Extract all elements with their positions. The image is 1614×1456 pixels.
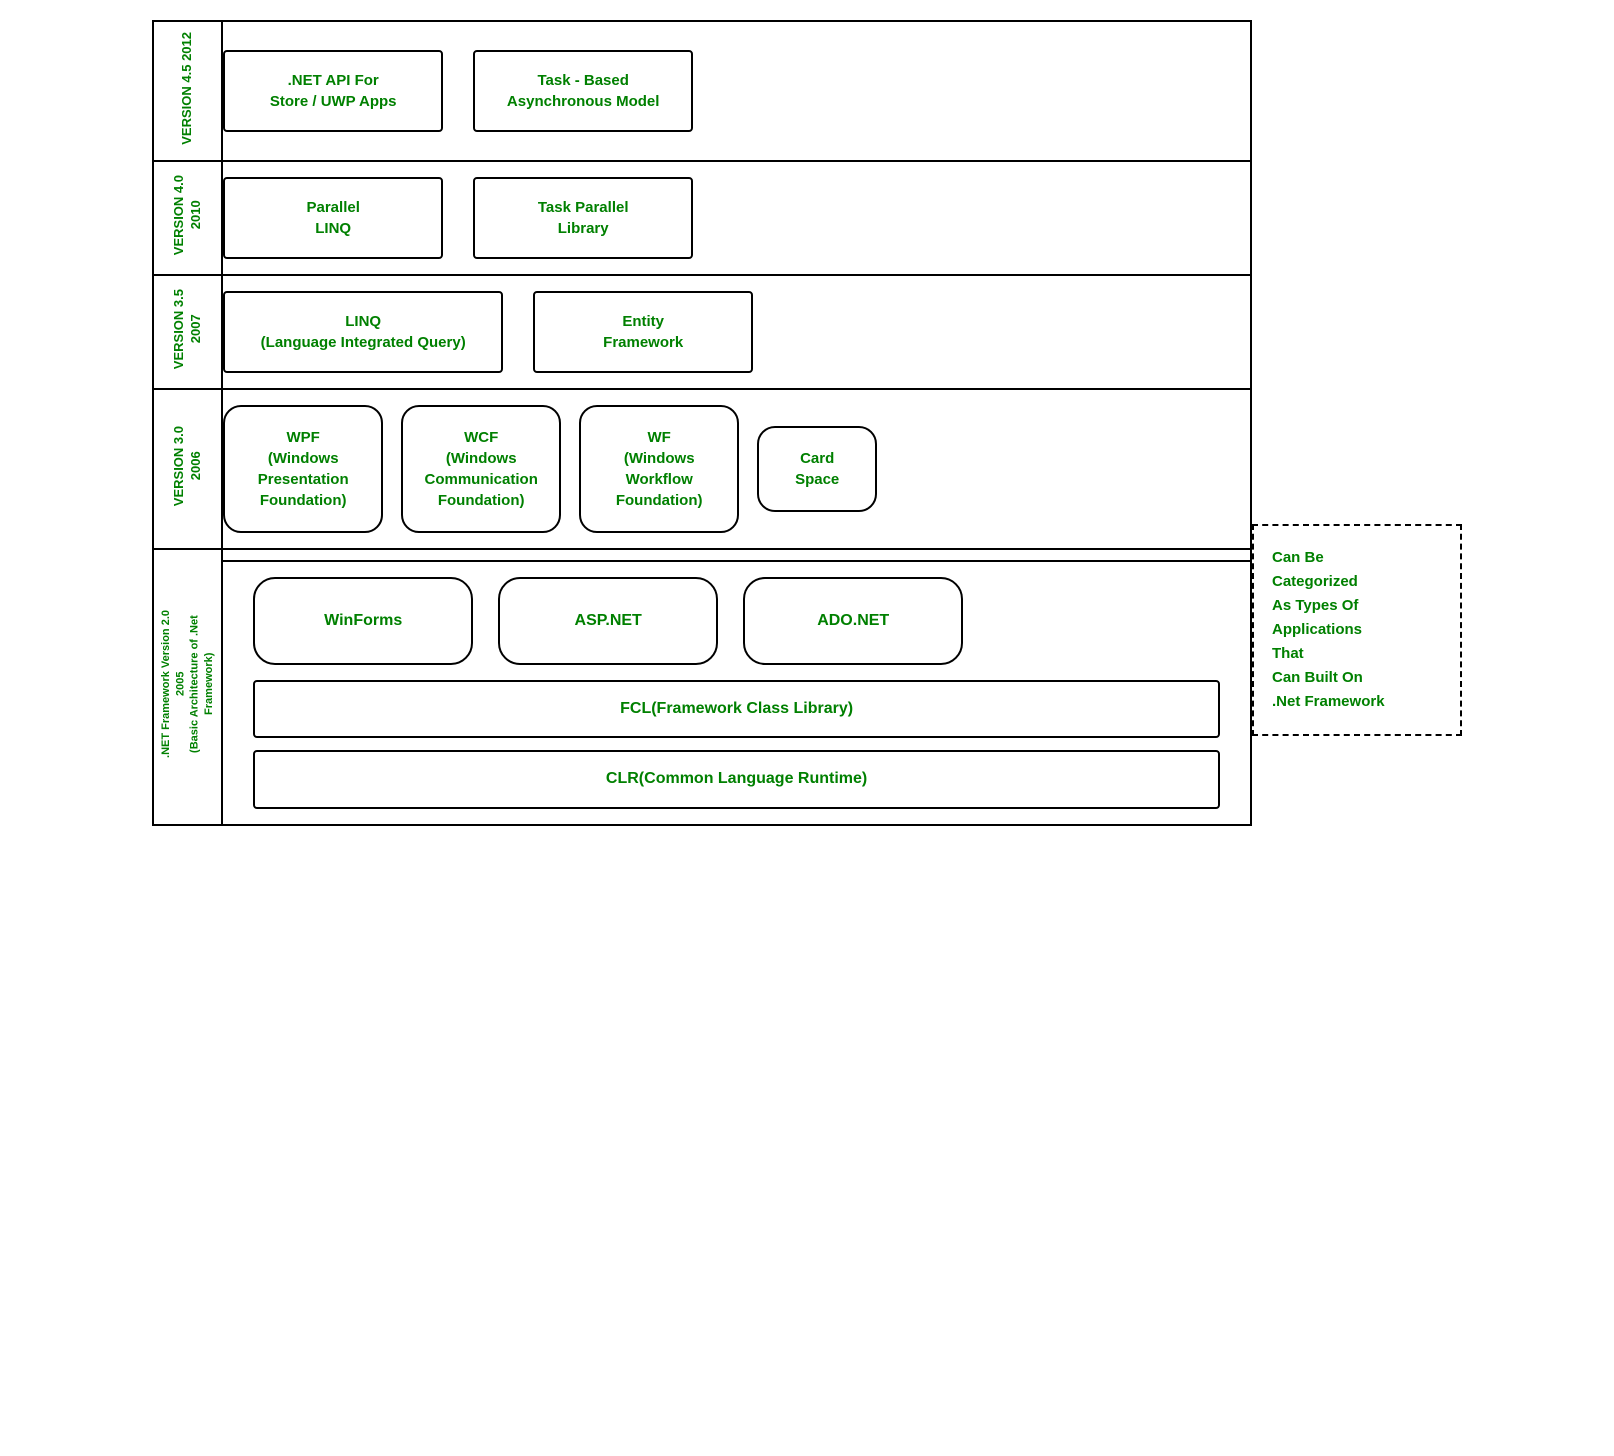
box-task-based: Task - Based Asynchronous Model bbox=[473, 50, 693, 132]
box-aspnet: ASP.NET bbox=[498, 577, 718, 665]
clr-row: CLR(Common Language Runtime) bbox=[223, 750, 1250, 823]
version-cell-v45: VERSION 4.5 2012 bbox=[153, 21, 222, 161]
box-task-parallel: Task Parallel Library bbox=[473, 177, 693, 259]
main-table: VERSION 4.5 2012 .NET API For Store / UW… bbox=[152, 20, 1252, 826]
boxes-v30: WPF (Windows Presentation Foundation) WC… bbox=[223, 390, 1250, 548]
row-v35: VERSION 3.5 2007 LINQ (Language Integrat… bbox=[153, 275, 1251, 389]
row-v45: VERSION 4.5 2012 .NET API For Store / UW… bbox=[153, 21, 1251, 161]
content-cell-v45: .NET API For Store / UWP Apps Task - Bas… bbox=[222, 21, 1251, 161]
content-cell-v35: LINQ (Language Integrated Query) Entity … bbox=[222, 275, 1251, 389]
bottom-combined-cell: WinForms ASP.NET ADO.NET FCL(Framework C… bbox=[222, 549, 1251, 825]
row-v20: .NET Framework Version 2.0 2005 (Basic A… bbox=[153, 549, 1251, 825]
boxes-v45: .NET API For Store / UWP Apps Task - Bas… bbox=[223, 35, 1250, 147]
fcl-row: FCL(Framework Class Library) bbox=[223, 680, 1250, 750]
version-cell-v40: VERSION 4.0 2010 bbox=[153, 161, 222, 275]
diagram-wrapper: VERSION 4.5 2012 .NET API For Store / UW… bbox=[152, 20, 1462, 826]
version-label-v20: .NET Framework Version 2.0 2005 (Basic A… bbox=[154, 600, 221, 768]
boxes-v40: Parallel LINQ Task Parallel Library bbox=[223, 162, 1250, 274]
box-wcf: WCF (Windows Communication Foundation) bbox=[401, 405, 561, 533]
box-card-space: Card Space bbox=[757, 426, 877, 512]
apps-row: WinForms ASP.NET ADO.NET bbox=[223, 562, 1250, 680]
box-winforms: WinForms bbox=[253, 577, 473, 665]
version-cell-v35: VERSION 3.5 2007 bbox=[153, 275, 222, 389]
version-label-v30: VERSION 3.0 2006 bbox=[166, 416, 210, 516]
content-cell-v30: WPF (Windows Presentation Foundation) WC… bbox=[222, 389, 1251, 549]
box-fcl: FCL(Framework Class Library) bbox=[253, 680, 1220, 738]
version-label-v40: VERSION 4.0 2010 bbox=[166, 165, 210, 265]
boxes-v35: LINQ (Language Integrated Query) Entity … bbox=[223, 276, 1250, 388]
arrows-spacer bbox=[1252, 304, 1302, 524]
box-wf: WF (Windows Workflow Foundation) bbox=[579, 405, 739, 533]
version-cell-v20: .NET Framework Version 2.0 2005 (Basic A… bbox=[153, 549, 222, 825]
box-adonet: ADO.NET bbox=[743, 577, 963, 665]
box-wpf: WPF (Windows Presentation Foundation) bbox=[223, 405, 383, 533]
row-v30: VERSION 3.0 2006 WPF (Windows Presentati… bbox=[153, 389, 1251, 549]
version-label-v35: VERSION 3.5 2007 bbox=[166, 279, 210, 379]
version-cell-v30: VERSION 3.0 2006 bbox=[153, 389, 222, 549]
arrow-area: Can Be Categorized As Types Of Applicati… bbox=[1252, 304, 1462, 826]
content-cell-v40: Parallel LINQ Task Parallel Library bbox=[222, 161, 1251, 275]
dashed-annotation-box: Can Be Categorized As Types Of Applicati… bbox=[1252, 524, 1462, 736]
box-clr: CLR(Common Language Runtime) bbox=[253, 750, 1220, 808]
box-entity-framework: Entity Framework bbox=[533, 291, 753, 373]
version-label-v45: VERSION 4.5 2012 bbox=[174, 22, 201, 155]
row-v40: VERSION 4.0 2010 Parallel LINQ Task Para… bbox=[153, 161, 1251, 275]
box-parallel-linq: Parallel LINQ bbox=[223, 177, 443, 259]
box-linq: LINQ (Language Integrated Query) bbox=[223, 291, 503, 373]
box-net-api: .NET API For Store / UWP Apps bbox=[223, 50, 443, 132]
